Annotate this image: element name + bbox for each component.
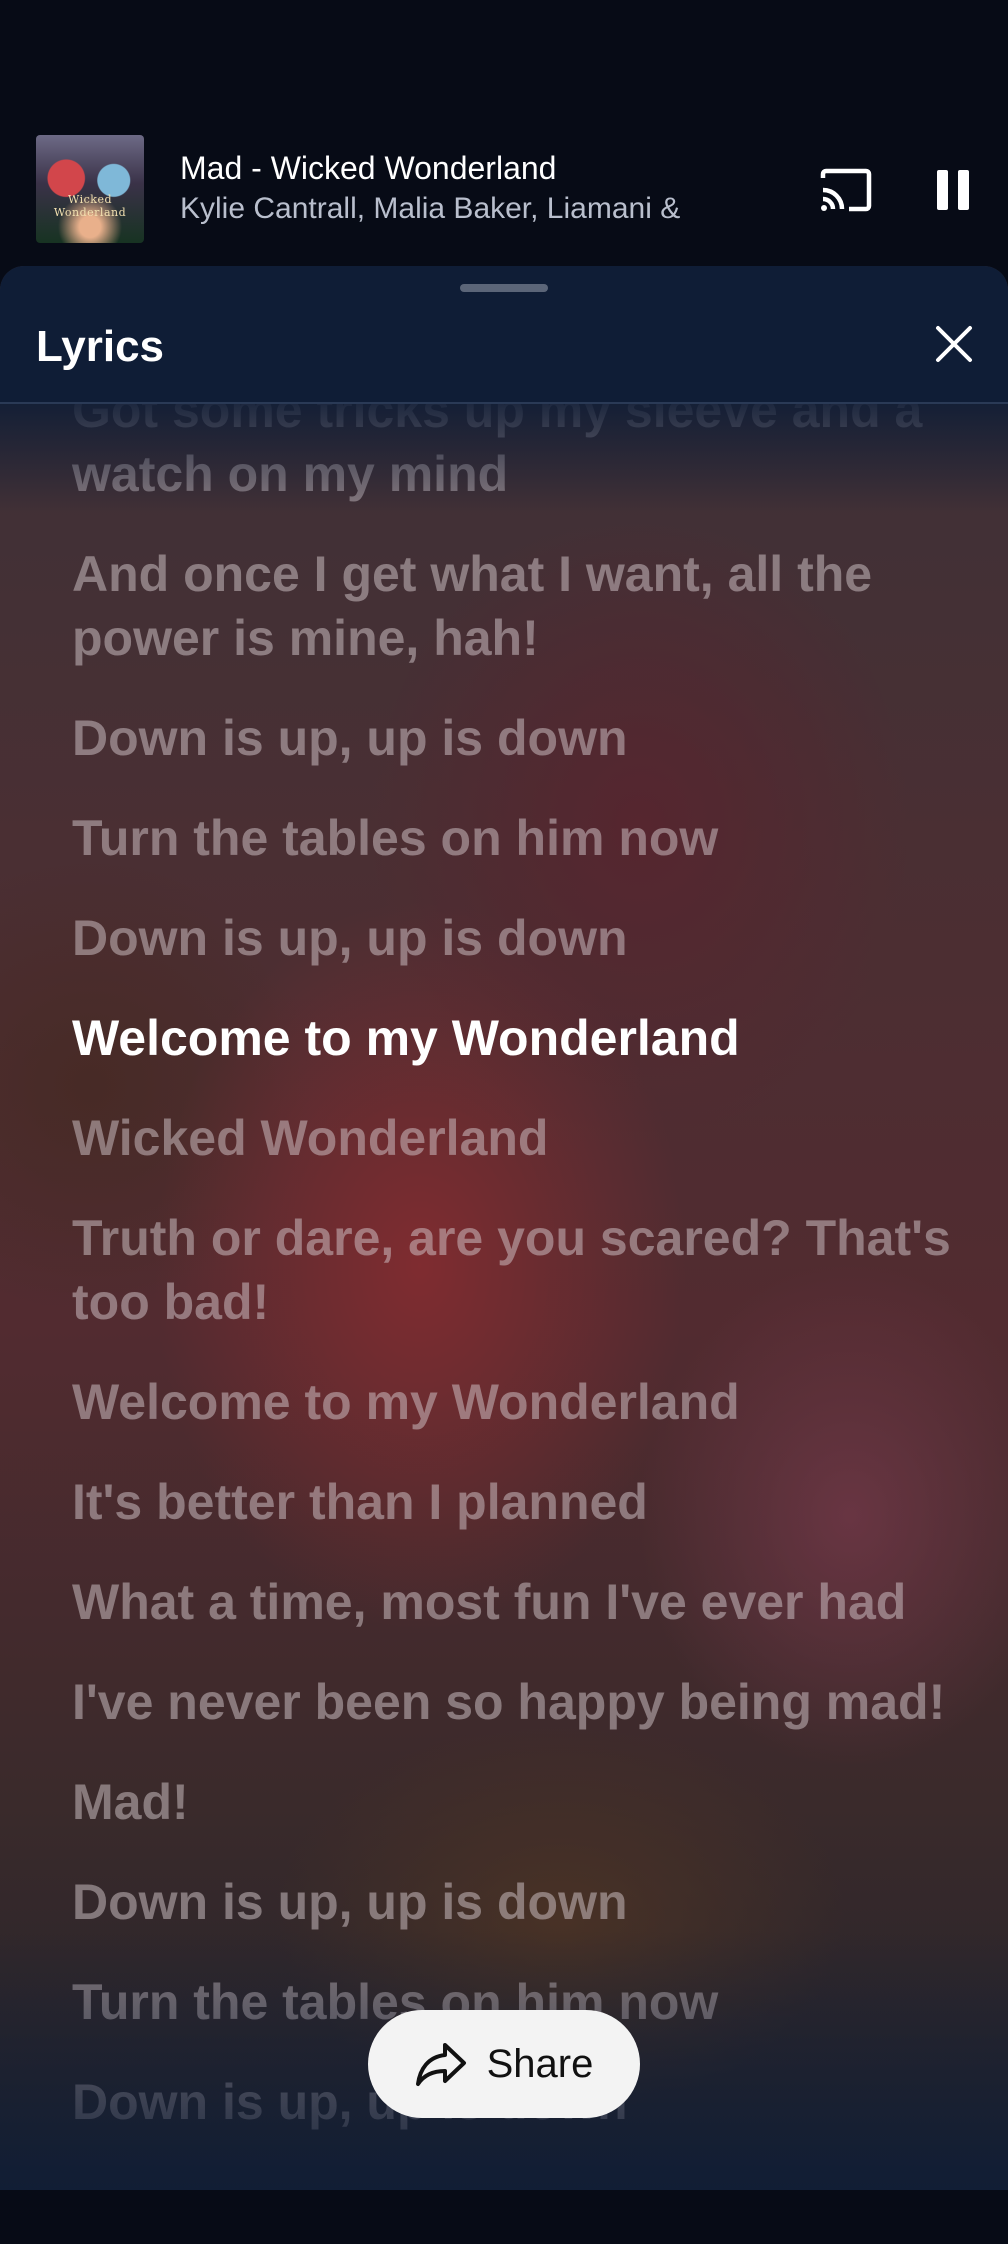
lyric-line[interactable]: Down is up, up is down [72, 1870, 952, 1934]
lyric-line[interactable]: And once I get what I want, all the powe… [72, 542, 952, 670]
lyric-line[interactable]: Down is up, up is down [72, 706, 952, 770]
pause-button[interactable] [922, 162, 984, 218]
lyric-line[interactable]: What a time, most fun I've ever had [72, 1570, 952, 1634]
lyrics-list[interactable]: Got some tricks up my sleeve and a watch… [72, 378, 952, 2170]
system-nav-bar [0, 2190, 1008, 2244]
lyric-line-active[interactable]: Welcome to my Wonderland [72, 1006, 952, 1070]
lyric-line[interactable]: Down is up, up is down [72, 906, 952, 970]
lyric-line[interactable]: Wicked Wonderland [72, 1106, 952, 1170]
drag-handle[interactable] [460, 284, 548, 292]
close-icon [936, 326, 972, 362]
share-label: Share [486, 2041, 594, 2086]
lyrics-header: Lyrics [0, 266, 1008, 404]
pause-icon [937, 170, 969, 210]
screen: Wicked Wonderland Mad - Wicked Wonderlan… [0, 0, 1008, 2244]
album-art-text: Wicked Wonderland [53, 193, 127, 219]
cast-icon [820, 168, 872, 212]
track-artists: Kylie Cantrall, Malia Baker, Liamani & [180, 192, 681, 225]
close-button[interactable] [928, 318, 980, 370]
track-title: Mad - Wicked Wonderland [180, 150, 557, 186]
lyric-line[interactable]: Welcome to my Wonderland [72, 1370, 952, 1434]
cast-button[interactable] [812, 162, 880, 218]
lyric-line[interactable]: Truth or dare, are you scared? That's to… [72, 1206, 952, 1334]
lyric-line[interactable]: Turn the tables on him now [72, 806, 952, 870]
mini-player[interactable]: Wicked Wonderland Mad - Wicked Wonderlan… [0, 110, 1008, 270]
album-art: Wicked Wonderland [36, 135, 144, 243]
share-button[interactable]: Share [368, 2010, 640, 2118]
lyric-line[interactable]: Mad! [72, 1770, 952, 1834]
lyrics-title: Lyrics [36, 322, 165, 371]
share-icon [415, 2043, 466, 2086]
lyric-line[interactable]: It's better than I planned [72, 1470, 952, 1534]
lyric-line[interactable]: I've never been so happy being mad! [72, 1670, 952, 1734]
lyrics-sheet: Lyrics Got some tricks up my sleeve and … [0, 266, 1008, 2190]
